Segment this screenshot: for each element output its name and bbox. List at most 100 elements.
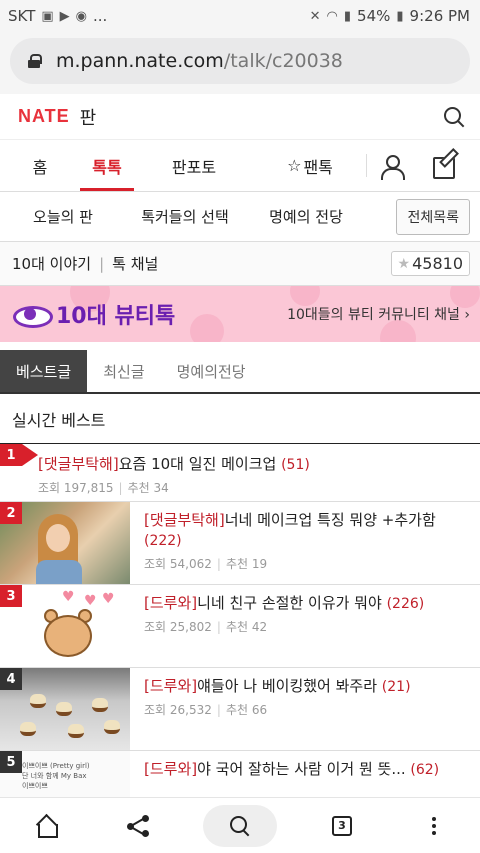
subnav-talker-choice[interactable]: 톡커들의 선택 [126, 206, 244, 227]
rank-badge: 4 [0, 668, 22, 690]
carrier-label: SKT [8, 7, 36, 25]
battery-level: 54% [357, 7, 391, 25]
meta-separator: | [118, 481, 123, 495]
post-title-text: 너네 메이크업 특징 뭐양 +추가함 [224, 511, 436, 529]
list-item[interactable]: 2 [댓글부탁해]너네 메이크업 특징 뭐양 +추가함 (222) 조회 54,0… [0, 502, 480, 585]
share-line [130, 825, 144, 835]
view-count: 조회 197,815 [38, 481, 114, 495]
comment-count: (21) [381, 679, 411, 695]
eye-icon [12, 301, 53, 328]
home-icon [35, 816, 58, 838]
channel-name[interactable]: 10대 이야기 [12, 253, 91, 274]
share-icon [127, 814, 149, 837]
share-button[interactable] [108, 804, 168, 848]
all-list-button[interactable]: 전체목록 [396, 198, 470, 235]
menu-button[interactable] [404, 804, 464, 848]
post-title-text: 요즘 10대 일진 메이크업 [118, 455, 277, 473]
meta-separator: | [216, 620, 221, 634]
post-title[interactable]: [댓글부탁해]요즘 10대 일진 메이크업 (51) [38, 454, 310, 475]
edit-icon [432, 153, 458, 179]
post-title[interactable]: [드루와]얘들아 나 베이킹했어 봐주라 (21) [144, 676, 411, 697]
tab-hall-of-fame[interactable]: 명예의전당 [161, 350, 262, 392]
post-meta: 조회 26,532 | 추천 66 [144, 701, 411, 718]
profile-button[interactable] [367, 140, 417, 191]
heart-icon: ♥ [102, 591, 115, 607]
thumb-shape [104, 720, 120, 734]
thumb-shape [68, 724, 84, 738]
star-outline-icon: ☆ [287, 156, 302, 175]
meta-separator: | [216, 557, 221, 571]
signal-icon: ▮ [343, 8, 352, 24]
channel-breadcrumb: 10대 이야기 | 톡 채널 ★ 45810 [0, 242, 480, 286]
post-title[interactable]: [드루와]니네 친구 손절한 이유가 뭐야 (226) [144, 593, 424, 614]
search-icon[interactable] [442, 105, 466, 129]
nav-pannpoto[interactable]: 판포토 [134, 140, 254, 191]
list-tabs: 베스트글 최신글 명예의전당 [0, 350, 480, 394]
thumb-shape [20, 722, 36, 736]
thumb-shape [92, 698, 108, 712]
post-body: [댓글부탁해]너네 메이크업 특징 뭐양 +추가함 (222) 조회 54,062… [130, 502, 446, 584]
lock-icon [28, 54, 42, 68]
like-count: 추천 42 [225, 620, 268, 634]
bear-icon [44, 615, 92, 657]
subnav-hall-of-fame[interactable]: 명예의 전당 [244, 206, 368, 227]
browser-bottom-bar: 3 [0, 797, 480, 853]
more-vert-icon [432, 816, 436, 835]
wifi-icon: ◠ [326, 8, 338, 24]
list-item[interactable]: 3 ♥ ♥ ♥ [드루와]니네 친구 손절한 이유가 뭐야 (226) 조회 2… [0, 585, 480, 668]
beauty-talk-banner[interactable]: 10대 뷰티톡 10대들의 뷰티 커뮤니티 채널 › [0, 286, 480, 342]
post-title[interactable]: [드루와]야 국어 잘하는 사람 이거 뭔 뜻... (62) [144, 759, 439, 780]
meta-separator: | [216, 703, 221, 717]
search-icon [230, 815, 250, 836]
status-bar: SKT ▣ ▶ ◉ ... ✕ ◠ ▮ 54% ▮ 9:26 PM [0, 0, 480, 32]
post-body: [드루와]니네 친구 손절한 이유가 뭐야 (226) 조회 25,802 | 추천… [130, 585, 434, 667]
tabs-button[interactable]: 3 [312, 804, 372, 848]
heart-icon: ♥ [62, 589, 75, 605]
pann-section-label[interactable]: 판 [80, 104, 97, 130]
list-item[interactable]: 1 [댓글부탁해]요즘 10대 일진 메이크업 (51) 조회 197,815 |… [0, 444, 480, 502]
rank-badge: 1 [0, 444, 38, 466]
address-bar[interactable]: m.pann.nate.com/talk/c20038 [10, 38, 470, 84]
list-item[interactable]: 4 [드루와]얘들아 나 베이킹했어 봐주라 (21) 조회 26,532 | 추천… [0, 668, 480, 751]
post-title[interactable]: [댓글부탁해]너네 메이크업 특징 뭐양 +추가함 (222) [144, 510, 436, 551]
banner-title: 10대 뷰티톡 [56, 304, 176, 329]
banner-description: 10대들의 뷰티 커뮤니티 채널 › [287, 307, 470, 323]
write-button[interactable] [417, 140, 473, 191]
rank-badge: 3 [0, 585, 22, 607]
main-nav: 홈 톡톡 판포토 ☆ 팬톡 [0, 140, 480, 192]
youtube-notification-icon: ▶ [59, 8, 70, 24]
nate-logo[interactable]: NATE [18, 106, 70, 127]
home-button[interactable] [16, 804, 76, 848]
battery-icon: ▮ [396, 8, 404, 24]
thumb-shape [36, 560, 82, 584]
post-list: 1 [댓글부탁해]요즘 10대 일진 메이크업 (51) 조회 197,815 |… [0, 444, 480, 834]
rank-badge: 5 [0, 751, 22, 773]
channel-type: 톡 채널 [112, 255, 159, 273]
thumb-shape [56, 702, 72, 716]
banner-dot [290, 286, 320, 306]
clock: 9:26 PM [409, 7, 470, 25]
thumb-shape [30, 694, 46, 708]
nav-home[interactable]: 홈 [0, 140, 80, 191]
nav-fantalk[interactable]: ☆ 팬톡 [254, 140, 366, 191]
search-button[interactable] [200, 804, 280, 848]
banner-dot [190, 314, 224, 342]
channel-star-button[interactable]: ★ 45810 [390, 251, 470, 276]
subnav-today[interactable]: 오늘의 판 [0, 206, 126, 227]
post-body: [댓글부탁해]요즘 10대 일진 메이크업 (51) 조회 197,815 | 추천… [0, 444, 320, 501]
nav-talk[interactable]: 톡톡 [80, 140, 134, 191]
star-icon: ★ [397, 255, 411, 272]
thumb-shape [46, 524, 70, 552]
photo-notification-icon: ▣ [41, 8, 54, 24]
section-title: 실시간 베스트 [0, 394, 480, 444]
tab-latest[interactable]: 최신글 [87, 350, 160, 392]
tab-best[interactable]: 베스트글 [0, 350, 88, 392]
url-host: m.pann.nate.com [56, 50, 224, 72]
user-icon [381, 154, 405, 180]
post-title-text: 야 국어 잘하는 사람 이거 뭔 뜻... [197, 760, 406, 778]
rank-badge: 2 [0, 502, 22, 524]
post-tag: [댓글부탁해] [38, 455, 119, 473]
tabs-icon: 3 [332, 815, 352, 836]
view-count: 조회 26,532 [144, 703, 212, 717]
like-count: 추천 19 [225, 557, 268, 571]
